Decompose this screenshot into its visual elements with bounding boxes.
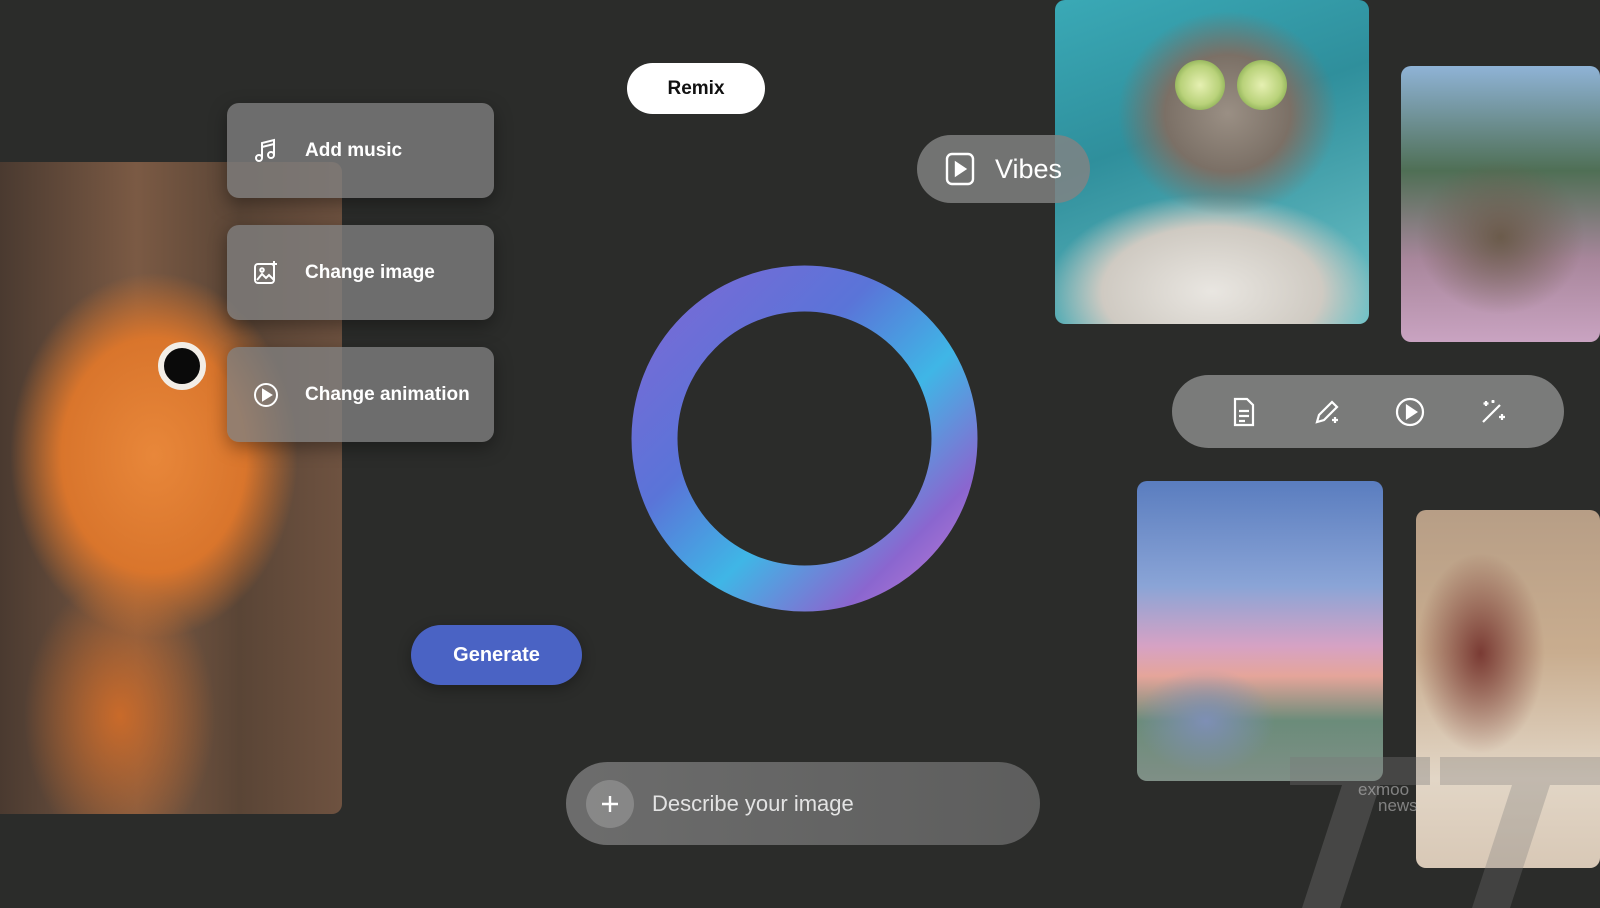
change-animation-button[interactable]: Change animation (227, 347, 494, 442)
watermark-text: exmoo news (1358, 781, 1418, 815)
cucumber-slice-left (1175, 60, 1225, 110)
cucumber-slice-right (1237, 60, 1287, 110)
image-sparkle-icon (253, 260, 279, 286)
describe-image-input[interactable]: Describe your image (566, 762, 1040, 845)
generate-button[interactable]: Generate (411, 625, 582, 685)
remix-button[interactable]: Remix (627, 63, 765, 114)
play-circle-icon[interactable] (1393, 395, 1427, 429)
plus-icon[interactable] (586, 779, 634, 828)
generate-label: Generate (453, 643, 540, 666)
watermark-line2: news (1378, 796, 1418, 815)
magic-wand-icon[interactable] (1476, 395, 1510, 429)
video-play-icon (945, 152, 975, 186)
moose-photo-tile[interactable] (1401, 66, 1600, 342)
change-animation-label: Change animation (305, 383, 470, 405)
add-music-button[interactable]: Add music (227, 103, 494, 198)
describe-image-placeholder: Describe your image (652, 790, 854, 816)
edit-toolbar (1172, 375, 1564, 448)
change-image-button[interactable]: Change image (227, 225, 494, 320)
change-image-label: Change image (305, 261, 435, 283)
watermark-logo (1290, 757, 1600, 908)
loading-ring (631, 265, 978, 612)
vibes-label: Vibes (995, 153, 1063, 184)
music-note-icon (253, 138, 279, 164)
pencil-sparkle-icon[interactable] (1310, 395, 1344, 429)
play-circle-icon (253, 382, 279, 408)
monster-eye (158, 342, 206, 390)
van-photo-tile[interactable] (1137, 481, 1383, 781)
vibes-button[interactable]: Vibes (917, 135, 1090, 203)
add-music-label: Add music (305, 139, 403, 161)
cat-photo-tile[interactable] (1055, 0, 1369, 324)
document-icon[interactable] (1227, 395, 1261, 429)
remix-label: Remix (667, 77, 725, 99)
